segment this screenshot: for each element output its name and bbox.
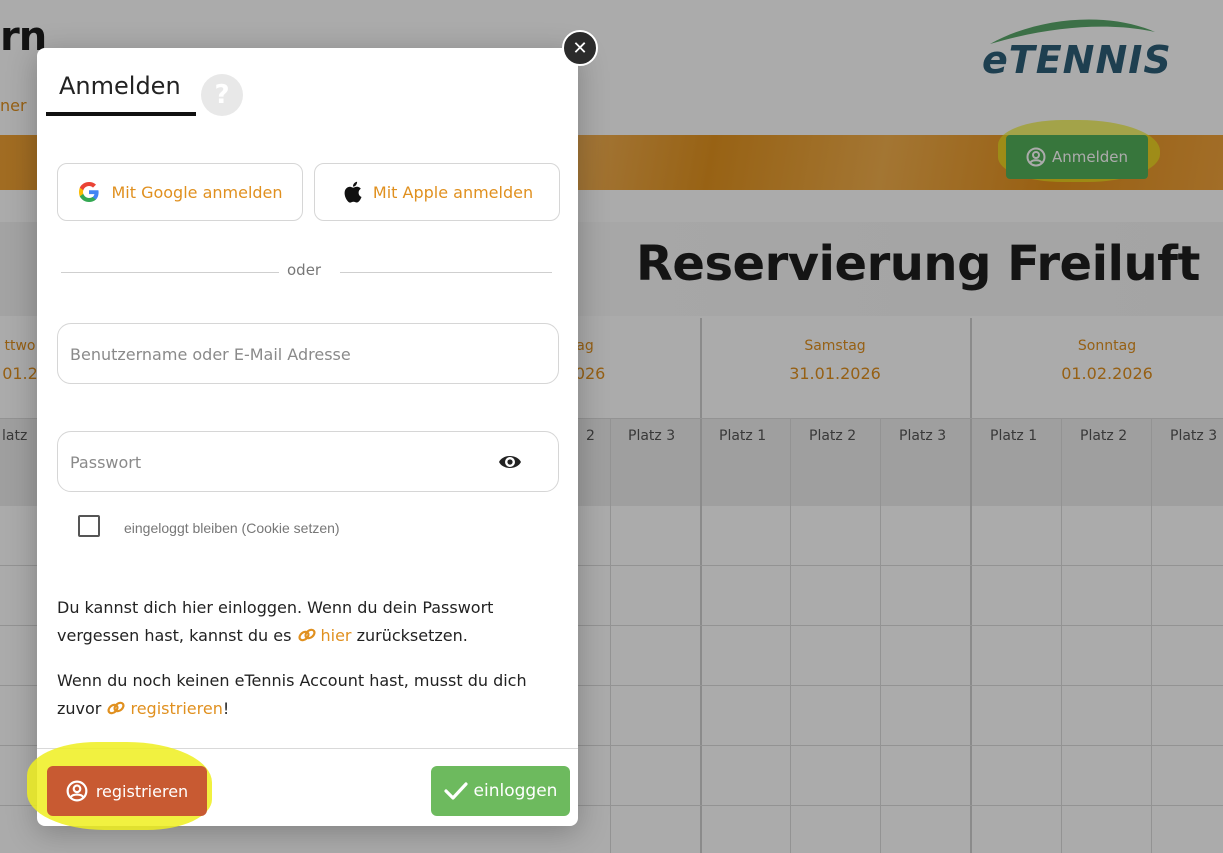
- google-login-label: Mit Google anmelden: [111, 182, 283, 202]
- user-circle-icon: [66, 780, 88, 802]
- reset-password-link[interactable]: hier: [297, 626, 352, 645]
- divider-text: oder: [287, 261, 322, 279]
- apple-login-button[interactable]: Mit Apple anmelden: [314, 163, 560, 221]
- username-input[interactable]: [68, 324, 492, 385]
- register-button-label: registrieren: [95, 781, 189, 801]
- reset-password-link-text[interactable]: hier: [321, 626, 352, 645]
- password-input[interactable]: [68, 432, 492, 493]
- help-text-part: zurücksetzen.: [351, 626, 468, 645]
- login-modal: Anmelden ? Mit Google anmelden Mit Apple…: [27, 48, 578, 830]
- google-login-button[interactable]: Mit Google anmelden: [57, 163, 303, 221]
- apple-login-label: Mit Apple anmelden: [372, 182, 534, 202]
- help-text-part: !: [222, 699, 230, 718]
- username-field[interactable]: [57, 323, 559, 385]
- login-button[interactable]: einloggen: [431, 766, 570, 816]
- close-modal-button[interactable]: ✕: [562, 30, 598, 66]
- link-icon: [107, 701, 126, 715]
- google-icon: [79, 182, 100, 202]
- link-icon: [297, 628, 316, 642]
- remember-me-checkbox[interactable]: [78, 515, 100, 537]
- register-link[interactable]: registrieren: [106, 699, 223, 718]
- help-icon[interactable]: ?: [201, 74, 243, 116]
- apple-icon: [344, 181, 362, 203]
- eye-icon[interactable]: [498, 451, 522, 473]
- register-link-text[interactable]: registrieren: [130, 699, 222, 718]
- register-button[interactable]: registrieren: [47, 766, 207, 816]
- modal-title: Anmelden: [59, 72, 181, 100]
- active-tab-underline: [46, 112, 196, 116]
- divider-line: [340, 272, 552, 273]
- register-help-text: Wenn du noch keinen eTennis Account hast…: [57, 667, 527, 723]
- remember-me-label: eingeloggt bleiben (Cookie setzen): [124, 520, 340, 536]
- divider-line: [61, 272, 279, 273]
- checkmark-icon: [443, 782, 468, 800]
- password-field[interactable]: [57, 431, 559, 493]
- login-help-text: Du kannst dich hier einloggen. Wenn du d…: [57, 594, 527, 650]
- login-button-label: einloggen: [473, 781, 558, 801]
